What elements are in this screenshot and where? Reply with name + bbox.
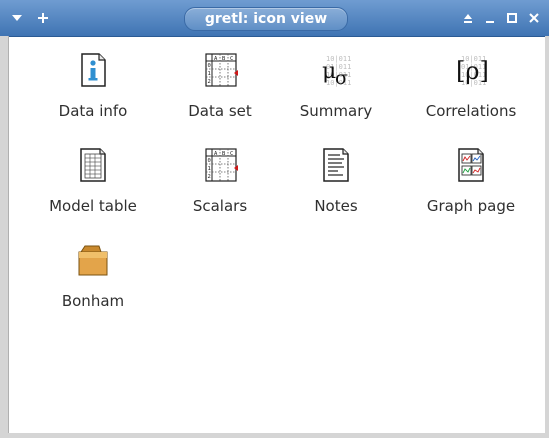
notes-icon [316,145,356,185]
icon-label: Correlations [425,102,517,120]
icon-label: Data set [188,102,252,120]
minimize-icon[interactable] [483,11,497,25]
svg-text:0: 0 [208,158,211,164]
svg-text:σ: σ [335,67,348,89]
pin-icon[interactable] [36,11,50,25]
icon-item-data-set[interactable]: A B C 0 1 2 Data set [155,40,285,130]
titlebar-right-controls [461,8,541,28]
icon-item-notes[interactable]: Notes [271,135,401,225]
icon-item-data-info[interactable]: Data info [28,40,158,130]
window-title: gretl: icon view [184,7,348,31]
svg-text:0: 0 [208,63,211,69]
icon-label: Graph page [426,197,516,215]
shade-icon[interactable] [461,11,475,25]
correlation-icon: 10|011 01|011 10|011 10|011 [ρ] [451,50,491,90]
icon-item-correlations[interactable]: 10|011 01|011 10|011 10|011 [ρ] Correlat… [406,40,536,130]
icon-label: Summary [299,102,373,120]
svg-text:C: C [230,151,233,157]
icon-item-scalars[interactable]: A B C 0 1 2 Scalars [155,135,285,225]
svg-text:[ρ]: [ρ] [456,57,489,85]
maximize-icon[interactable] [505,11,519,25]
svg-text:1: 1 [208,71,211,77]
spreadsheet-icon: A B C 0 1 2 [200,50,240,90]
close-icon[interactable] [527,11,541,25]
icon-label: Scalars [192,197,248,215]
window-menu-icon[interactable] [10,11,24,25]
svg-text:C: C [230,56,233,62]
icon-label: Notes [314,197,358,215]
titlebar[interactable]: gretl: icon view [0,0,549,37]
gretl-icon-view-window: gretl: icon view Data info A B C 0 1 2 D… [0,0,549,438]
icon-label: Bonham [61,292,125,310]
icon-label: Data info [58,102,128,120]
icon-label: Model table [49,197,137,215]
titlebar-left-controls [10,8,50,28]
spreadsheet-icon: A B C 0 1 2 [200,145,240,185]
icon-item-model-table[interactable]: Model table [28,135,158,225]
data-info-icon [73,50,113,90]
window-frame-right[interactable] [545,36,549,438]
icon-item-bonham[interactable]: Bonham [28,230,158,320]
svg-text:2: 2 [208,79,211,85]
graph-page-icon [451,145,491,185]
icon-item-graph-page[interactable]: Graph page [406,135,536,225]
folder-icon [73,240,113,280]
svg-text:1: 1 [208,166,211,172]
model-table-icon [73,145,113,185]
icon-item-summary[interactable]: 10|011 01|011 10|011 10|011 μ σ Summary [271,40,401,130]
window-frame-left[interactable] [0,36,9,438]
window-frame-bottom[interactable] [0,433,549,438]
svg-text:2: 2 [208,174,211,180]
summary-stats-icon: 10|011 01|011 10|011 10|011 μ σ [316,50,356,90]
icon-view-area: Data info A B C 0 1 2 Data set 10|011 01… [9,37,545,433]
